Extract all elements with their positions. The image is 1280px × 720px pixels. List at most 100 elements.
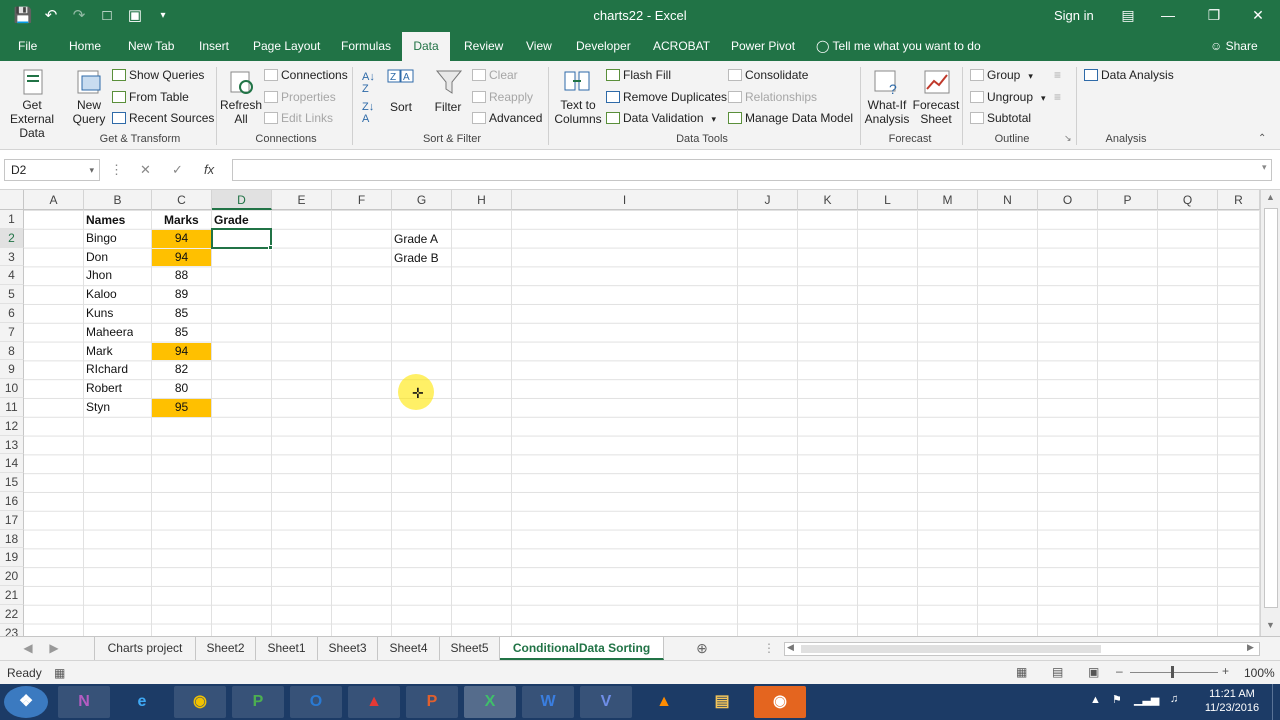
column-header-b[interactable]: B	[84, 190, 152, 210]
ribbon-display-options-icon[interactable]: ▤	[1108, 4, 1148, 26]
row-header-14[interactable]: 14	[0, 454, 24, 474]
column-header-o[interactable]: O	[1038, 190, 1098, 210]
internet-explorer-icon[interactable]: e	[116, 686, 168, 718]
cell-name[interactable]: Mark	[86, 343, 113, 361]
column-header-l[interactable]: L	[858, 190, 918, 210]
header-grade[interactable]: Grade	[214, 211, 249, 229]
connections-button[interactable]: Connections	[264, 68, 348, 82]
edit-links-button[interactable]: Edit Links	[264, 111, 333, 125]
new-sheet-icon[interactable]: ⊕	[690, 637, 714, 660]
scroll-up-icon[interactable]: ▲	[1266, 192, 1275, 202]
next-sheet-icon[interactable]: ▶	[42, 637, 66, 660]
row-header-21[interactable]: 21	[0, 586, 24, 605]
cell-marks[interactable]: 82	[152, 361, 211, 379]
tab-developer[interactable]: Developer	[570, 32, 637, 61]
row-header-18[interactable]: 18	[0, 529, 24, 549]
tell-me-box[interactable]: ◯ Tell me what you want to do	[816, 32, 981, 61]
tab-view[interactable]: View	[520, 32, 558, 61]
header-names[interactable]: Names	[86, 211, 125, 229]
formula-input[interactable]	[232, 159, 1272, 181]
zoom-in-icon[interactable]: +	[1222, 664, 1229, 678]
cell-marks[interactable]: 85	[152, 305, 211, 323]
column-header-c[interactable]: C	[152, 190, 212, 210]
column-header-h[interactable]: H	[452, 190, 512, 210]
cell-name[interactable]: RIchard	[86, 361, 128, 379]
recent-sources-button[interactable]: Recent Sources	[112, 111, 214, 125]
row-header-7[interactable]: 7	[0, 322, 24, 342]
show-detail-icon[interactable]: ≡	[1054, 68, 1061, 82]
cell-marks[interactable]: 88	[152, 267, 211, 285]
row-header-11[interactable]: 11	[0, 398, 24, 417]
chrome-icon[interactable]: ◉	[174, 686, 226, 718]
cell-name[interactable]: Don	[86, 249, 108, 267]
clear-button[interactable]: Clear	[472, 68, 518, 82]
acrobat-icon[interactable]: ▲	[348, 686, 400, 718]
select-all-corner[interactable]	[0, 190, 24, 210]
sheet-tab-sheet3[interactable]: Sheet3	[318, 637, 378, 660]
properties-button[interactable]: Properties	[264, 90, 336, 104]
flash-fill-button[interactable]: Flash Fill	[606, 68, 671, 82]
cell-marks[interactable]: 85	[152, 324, 211, 342]
vlc-icon[interactable]: ▲	[638, 686, 690, 718]
horizontal-scrollbar[interactable]: ◀ ▶	[784, 642, 1260, 656]
row-header-9[interactable]: 9	[0, 360, 24, 380]
action-center-icon[interactable]: ⚑	[1112, 693, 1122, 706]
row-header-10[interactable]: 10	[0, 379, 24, 398]
normal-view-icon[interactable]: ▦	[1016, 665, 1027, 679]
start-button[interactable]: ❖	[4, 686, 48, 718]
tab-power-pivot[interactable]: Power Pivot	[725, 32, 801, 61]
advanced-button[interactable]: Advanced	[472, 111, 542, 125]
zoom-slider[interactable]	[1130, 672, 1218, 673]
project-icon[interactable]: P	[232, 686, 284, 718]
sheet-tab-conditionaldata-sorting[interactable]: ConditionalData Sorting	[500, 637, 664, 660]
cell-marks[interactable]: 89	[152, 286, 211, 304]
collapse-ribbon-icon[interactable]: ⌃	[1258, 133, 1266, 144]
cell-name[interactable]: Kaloo	[86, 286, 117, 304]
grade-b-label[interactable]: Grade B	[394, 249, 439, 267]
cell-marks[interactable]: 94	[152, 342, 211, 361]
grade-a-label[interactable]: Grade A	[394, 230, 438, 248]
consolidate-button[interactable]: Consolidate	[728, 68, 808, 82]
hide-detail-icon[interactable]: ≡	[1054, 90, 1061, 104]
tab-file[interactable]: File	[12, 32, 43, 61]
zoom-level[interactable]: 100%	[1244, 666, 1275, 680]
manage-data-model-button[interactable]: Manage Data Model	[728, 111, 853, 125]
tab-page-layout[interactable]: Page Layout	[247, 32, 326, 61]
clock[interactable]: 11:21 AM 11/23/2016	[1196, 687, 1268, 715]
powerpoint-icon[interactable]: P	[406, 686, 458, 718]
show-queries-button[interactable]: Show Queries	[112, 68, 204, 82]
sheet-tab-sheet4[interactable]: Sheet4	[378, 637, 440, 660]
row-header-15[interactable]: 15	[0, 473, 24, 492]
cell-name[interactable]: Maheera	[86, 324, 133, 342]
tab-review[interactable]: Review	[458, 32, 509, 61]
minimize-button[interactable]: —	[1148, 4, 1188, 26]
column-header-d[interactable]: D	[212, 190, 272, 210]
column-header-f[interactable]: F	[332, 190, 392, 210]
excel-icon[interactable]: X	[464, 686, 516, 718]
sheet-tab-sheet5[interactable]: Sheet5	[440, 637, 500, 660]
sign-in-link[interactable]: Sign in	[1054, 8, 1094, 23]
scroll-down-icon[interactable]: ▼	[1266, 620, 1275, 630]
scroll-right-icon[interactable]: ▶	[1247, 642, 1254, 653]
row-header-19[interactable]: 19	[0, 548, 24, 568]
data-analysis-button[interactable]: Data Analysis	[1084, 68, 1174, 82]
column-header-p[interactable]: P	[1098, 190, 1158, 210]
cell-name[interactable]: Kuns	[86, 305, 113, 323]
chevron-down-icon[interactable]: ▾	[89, 160, 94, 180]
row-header-6[interactable]: 6	[0, 304, 24, 323]
column-header-j[interactable]: J	[738, 190, 798, 210]
scroll-left-icon[interactable]: ◀	[787, 642, 794, 653]
cell-marks[interactable]: 80	[152, 380, 211, 398]
vertical-scroll-thumb[interactable]	[1264, 208, 1278, 608]
relationships-button[interactable]: Relationships	[728, 90, 817, 104]
enter-icon[interactable]: ✓	[172, 162, 183, 178]
sheet-tab-sheet1[interactable]: Sheet1	[256, 637, 318, 660]
cell-marks[interactable]: 95	[152, 399, 211, 417]
column-header-g[interactable]: G	[392, 190, 452, 210]
expand-formula-bar-icon[interactable]: ▾	[1262, 162, 1267, 173]
row-header-22[interactable]: 22	[0, 604, 24, 624]
insert-function-icon[interactable]: fx	[204, 162, 214, 177]
column-header-e[interactable]: E	[272, 190, 332, 210]
column-header-r[interactable]: R	[1218, 190, 1260, 210]
cancel-icon[interactable]: ✕	[140, 162, 151, 178]
